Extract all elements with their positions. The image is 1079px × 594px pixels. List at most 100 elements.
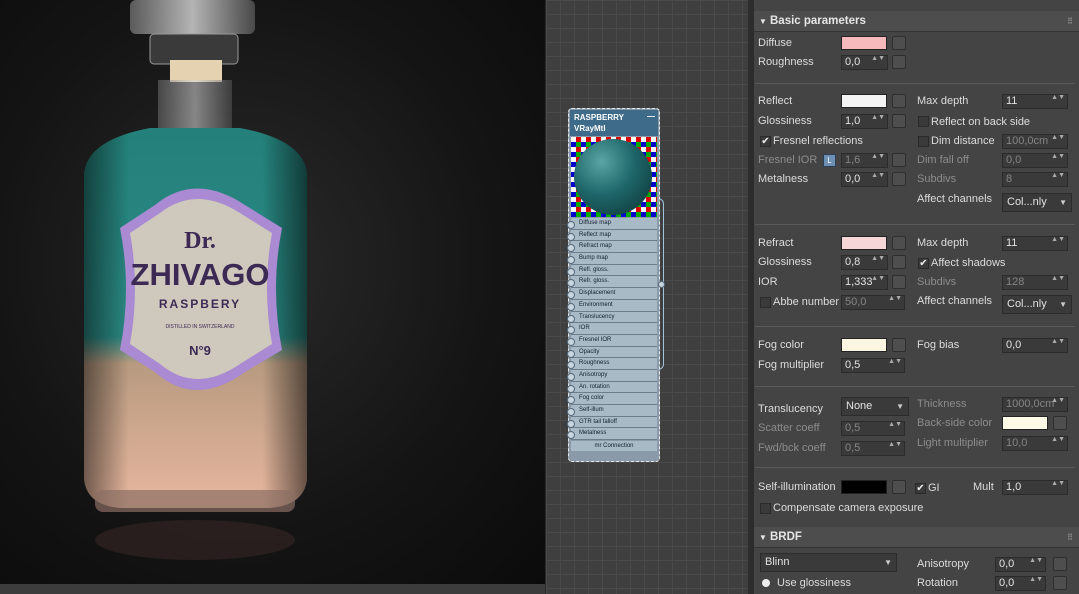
fwdbck-spinner[interactable]: 0,5 ▲▼ [841,441,905,456]
rollout-brdf[interactable]: ▼ BRDF ⠿ [754,527,1079,548]
fog-color-map-button[interactable] [892,338,906,352]
node-slot[interactable]: IOR [567,323,657,335]
refr-subdivs-spinner[interactable]: 128 ▲▼ [1002,275,1068,290]
refract-map-button[interactable] [892,236,906,250]
node-slot[interactable]: Translucency [567,311,657,324]
self-illumination-swatch[interactable] [841,480,887,494]
node-slot[interactable]: Self-illum [567,405,657,417]
fog-bias-spinner[interactable]: 0,0 ▲▼ [1002,338,1068,353]
node-output-pin[interactable] [658,281,665,288]
mr-connection-slot[interactable]: mr Connection [571,441,657,452]
fog-color-swatch[interactable] [841,338,887,352]
node-slot[interactable]: Opacity [567,346,657,359]
compensate-exposure-checkbox[interactable] [760,503,771,514]
fresnel-ior-spinner[interactable]: 1,6 ▲▼ [841,153,888,168]
translucency-dropdown[interactable]: None ▼ [841,397,909,416]
fresnel-checkbox[interactable]: ✔ [760,136,771,147]
minimize-icon[interactable]: — [647,111,655,122]
light-multiplier-spinner[interactable]: 10,0 ▲▼ [1002,436,1068,451]
rollout-basic-parameters[interactable]: ▼ Basic parameters ⠿ [754,11,1079,32]
spinner-arrows-icon[interactable]: ▲▼ [1051,275,1065,283]
spinner-arrows-icon[interactable]: ▲▼ [871,114,885,122]
metalness-spinner[interactable]: 0,0 ▲▼ [841,172,888,187]
self-illumination-map-button[interactable] [892,480,906,494]
spinner-arrows-icon[interactable]: ▲▼ [1029,576,1043,584]
node-slot[interactable]: Fresnel IOR [567,334,657,347]
reflect-map-button[interactable] [892,94,906,108]
node-slot[interactable]: Bump map [567,253,657,265]
anisotropy-map-button[interactable] [1053,557,1067,571]
reflect-color-swatch[interactable] [841,94,887,108]
use-glossiness-radio[interactable] [762,579,770,587]
fresnel-ior-lock-button[interactable]: L [823,154,836,167]
reflect-back-checkbox[interactable] [918,116,929,127]
node-slot[interactable]: Refract map [567,241,657,254]
spinner-arrows-icon[interactable]: ▲▼ [1051,338,1065,346]
backside-color-swatch[interactable] [1002,416,1048,430]
abbe-spinner[interactable]: 50,0 ▲▼ [841,295,905,310]
spinner-arrows-icon[interactable]: ▲▼ [1051,94,1065,102]
node-slot[interactable]: Metalness [567,428,657,441]
refr-glossiness-map-button[interactable] [892,255,906,269]
material-node[interactable]: RASPBERRY VRayMtl — Diffuse map Reflect m… [567,108,660,462]
node-slot[interactable]: Displacement [567,288,657,300]
scatter-spinner[interactable]: 0,5 ▲▼ [841,421,905,436]
fresnel-ior-map-button[interactable] [892,153,906,167]
node-slot[interactable]: Fog color [567,393,657,405]
refl-glossiness-spinner[interactable]: 1,0 ▲▼ [841,114,888,129]
spinner-arrows-icon[interactable]: ▲▼ [871,172,885,180]
spinner-arrows-icon[interactable]: ▲▼ [888,421,902,429]
spinner-arrows-icon[interactable]: ▲▼ [1051,397,1065,405]
spinner-arrows-icon[interactable]: ▲▼ [1051,153,1065,161]
roughness-spinner[interactable]: 0,0 ▲▼ [841,55,888,70]
spinner-arrows-icon[interactable]: ▲▼ [888,358,902,366]
node-slot[interactable]: Reflect map [567,229,657,242]
spinner-arrows-icon[interactable]: ▲▼ [888,295,902,303]
node-slot[interactable]: Roughness [567,358,657,370]
node-slot[interactable]: Refl. gloss. [567,264,657,277]
refr-affect-channels-dropdown[interactable]: Col...nly ▼ [1002,295,1072,314]
dim-distance-checkbox[interactable] [918,136,929,147]
brdf-type-dropdown[interactable]: Blinn ▼ [760,553,897,572]
metalness-map-button[interactable] [892,172,906,186]
refr-max-depth-spinner[interactable]: 11 ▲▼ [1002,236,1068,251]
roughness-map-button[interactable] [892,55,906,69]
spinner-arrows-icon[interactable]: ▲▼ [888,441,902,449]
refr-glossiness-spinner[interactable]: 0,8 ▲▼ [841,255,888,270]
node-slot[interactable]: Diffuse map [567,218,657,230]
ior-spinner[interactable]: 1,333 ▲▼ [841,275,888,290]
node-slot[interactable]: Environment [567,299,657,312]
spinner-arrows-icon[interactable]: ▲▼ [1051,172,1065,180]
node-header[interactable]: RASPBERRY VRayMtl — [570,110,658,136]
spinner-arrows-icon[interactable]: ▲▼ [871,275,885,283]
spinner-arrows-icon[interactable]: ▲▼ [1029,557,1043,565]
ior-map-button[interactable] [892,275,906,289]
diffuse-color-swatch[interactable] [841,36,887,50]
dim-distance-spinner[interactable]: 100,0cm ▲▼ [1002,134,1068,149]
refl-affect-channels-dropdown[interactable]: Col...nly ▼ [1002,193,1072,212]
spinner-arrows-icon[interactable]: ▲▼ [1051,436,1065,444]
fog-multiplier-spinner[interactable]: 0,5 ▲▼ [841,358,905,373]
node-slot[interactable]: Anisotropy [567,369,657,382]
thickness-spinner[interactable]: 1000,0cm ▲▼ [1002,397,1068,412]
refl-glossiness-map-button[interactable] [892,114,906,128]
anisotropy-spinner[interactable]: 0,0 ▲▼ [995,557,1046,572]
affect-shadows-checkbox[interactable]: ✔ [918,258,929,269]
grip-icon[interactable]: ⠿ [1067,527,1073,548]
node-slot[interactable]: Refr. gloss. [567,276,657,289]
mult-spinner[interactable]: 1,0 ▲▼ [1002,480,1068,495]
backside-map-button[interactable] [1053,416,1067,430]
refract-color-swatch[interactable] [841,236,887,250]
spinner-arrows-icon[interactable]: ▲▼ [1051,134,1065,142]
rotation-spinner[interactable]: 0,0 ▲▼ [995,576,1046,591]
diffuse-map-button[interactable] [892,36,906,50]
dim-falloff-spinner[interactable]: 0,0 ▲▼ [1002,153,1068,168]
abbe-checkbox[interactable] [760,297,771,308]
grip-icon[interactable]: ⠿ [1067,11,1073,32]
refl-subdivs-spinner[interactable]: 8 ▲▼ [1002,172,1068,187]
node-slot[interactable]: GTR tail falloff [567,416,657,429]
node-slot[interactable]: An. rotation [567,381,657,394]
rotation-map-button[interactable] [1053,576,1067,590]
spinner-arrows-icon[interactable]: ▲▼ [1051,236,1065,244]
gi-checkbox[interactable]: ✔ [915,483,926,494]
